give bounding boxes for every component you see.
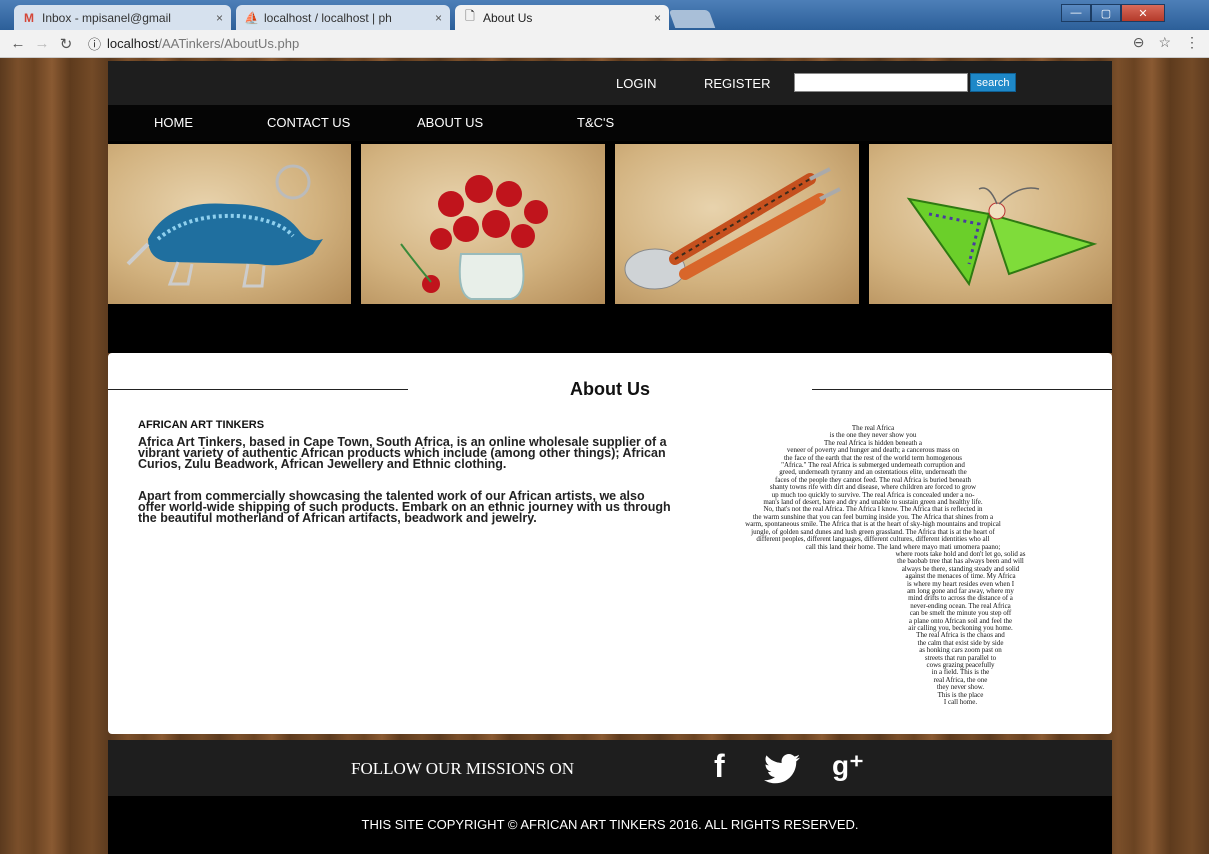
maximize-button[interactable]: ▢ [1091,4,1121,22]
poem-line: air calling you, beckoning you home. [908,623,1013,632]
page-icon: 🗋 [465,9,475,23]
spoon-fork-beadwork-image [615,144,859,304]
poem-line: a plane onto African soil and feel the [908,616,1013,625]
zoom-icon[interactable]: ⊖ [1133,34,1145,51]
title-rule-right [812,389,1112,390]
tab-close-icon[interactable]: × [654,11,661,25]
register-link[interactable]: REGISTER [704,76,770,91]
poem-line: real Africa, the one [933,675,988,684]
window-controls: — ▢ ✕ [1061,4,1165,22]
back-icon[interactable]: ← [6,35,30,52]
follow-text: FOLLOW OUR MISSIONS ON [351,759,575,778]
url-field[interactable]: ⓘ localhost/AATinkers/AboutUs.php [88,34,299,53]
poem-line: am long gone and far away, where my [907,586,1014,595]
poem-line: streets that run parallel to [924,653,997,662]
poem-line: is where my heart resides even when I [906,579,1015,588]
follow-bar: FOLLOW OUR MISSIONS ON f g⁺ [108,740,1112,796]
nav-terms[interactable]: T&C'S [577,115,614,130]
login-link[interactable]: LOGIN [616,76,656,91]
browser-tab-bar: M Inbox - mpisanel@gmail × ⛵ localhost /… [0,0,1209,30]
poem-line: mind drifts to across the distance of a [908,594,1013,603]
search-input[interactable] [794,73,968,92]
url-path: /AATinkers/AboutUs.php [158,36,300,51]
close-window-button[interactable]: ✕ [1121,4,1165,22]
main-nav: HOME CONTACT US ABOUT US T&C'S [108,105,1112,141]
reload-icon[interactable]: ↻ [54,35,78,53]
poem-line: can be smelt the minute you step off [909,609,1012,618]
phpmyadmin-icon: ⛵ [244,10,259,25]
poem-line: as honking cars zoom past on [919,646,1002,655]
poem-line: they never show. [936,683,985,692]
about-content: About Us AFRICAN ART TINKERS Africa Art … [108,353,1112,734]
tab-gmail[interactable]: M Inbox - mpisanel@gmail × [14,5,231,30]
poem-line: This is the place [937,690,984,699]
tab-label: localhost / localhost | ph [264,10,392,25]
poem-line: I call home. [943,698,978,707]
rose-vase-beadwork-image [361,144,605,304]
forward-icon[interactable]: → [30,35,54,52]
about-paragraph-2: Apart from commercially showcasing the t… [138,489,671,525]
tab-close-icon[interactable]: × [216,11,223,25]
banner [108,141,1112,353]
minimize-button[interactable]: — [1061,4,1091,22]
company-name: AFRICAN ART TINKERS [138,419,265,431]
rhino-beadwork-image [108,144,351,304]
tab-label: Inbox - mpisanel@gmail [42,10,171,25]
about-paragraph-1: Africa Art Tinkers, based in Cape Town, … [138,435,667,471]
butterfly-beadwork-image [869,144,1112,304]
tab-phpmyadmin[interactable]: ⛵ localhost / localhost | ph × [236,5,450,30]
nav-about-us[interactable]: ABOUT US [417,115,483,130]
site-container: LOGIN REGISTER search HOME CONTACT US AB… [108,58,1112,854]
page-viewport: LOGIN REGISTER search HOME CONTACT US AB… [0,58,1209,854]
tab-label: About Us [483,10,533,25]
facebook-icon[interactable]: f [714,750,725,782]
poem-line: cows grazing peacefully [926,661,995,669]
top-bar: LOGIN REGISTER search [108,61,1112,105]
twitter-icon[interactable] [762,754,802,788]
nav-home[interactable]: HOME [154,115,193,130]
tab-close-icon[interactable]: × [435,11,442,25]
copyright-text: THIS SITE COPYRIGHT © AFRICAN ART TINKER… [361,817,859,832]
info-icon[interactable]: ⓘ [88,34,101,53]
poem-line: the calm that exist side by side [917,638,1004,647]
poem-line: in a field. This is the [931,668,990,677]
url-host: localhost [107,36,159,51]
search-button[interactable]: search [970,73,1016,92]
new-tab-button[interactable] [668,10,716,28]
address-bar: ← → ↻ ⓘ localhost/AATinkers/AboutUs.php … [0,30,1209,58]
africa-poem: The real Africa is the one they never sho… [668,424,1078,706]
tab-about-us[interactable]: 🗋 About Us × [455,5,669,30]
copyright-bar: THIS SITE COPYRIGHT © AFRICAN ART TINKER… [108,796,1112,854]
poem-text: The real Africa is the one they never sho… [668,424,1078,707]
menu-icon[interactable]: ⋮ [1185,34,1199,51]
poem-line: always be there, standing steady and sol… [901,564,1020,573]
gmail-icon: M [24,10,34,25]
nav-contact-us[interactable]: CONTACT US [267,115,350,130]
poem-line: never-ending ocean. The real Africa [910,601,1011,610]
poem-line: against the menaces of time. My Africa [905,572,1016,581]
bookmark-star-icon[interactable]: ☆ [1158,34,1171,51]
poem-line: The real Africa is the chaos and [916,631,1005,640]
google-plus-icon[interactable]: g⁺ [832,751,864,781]
